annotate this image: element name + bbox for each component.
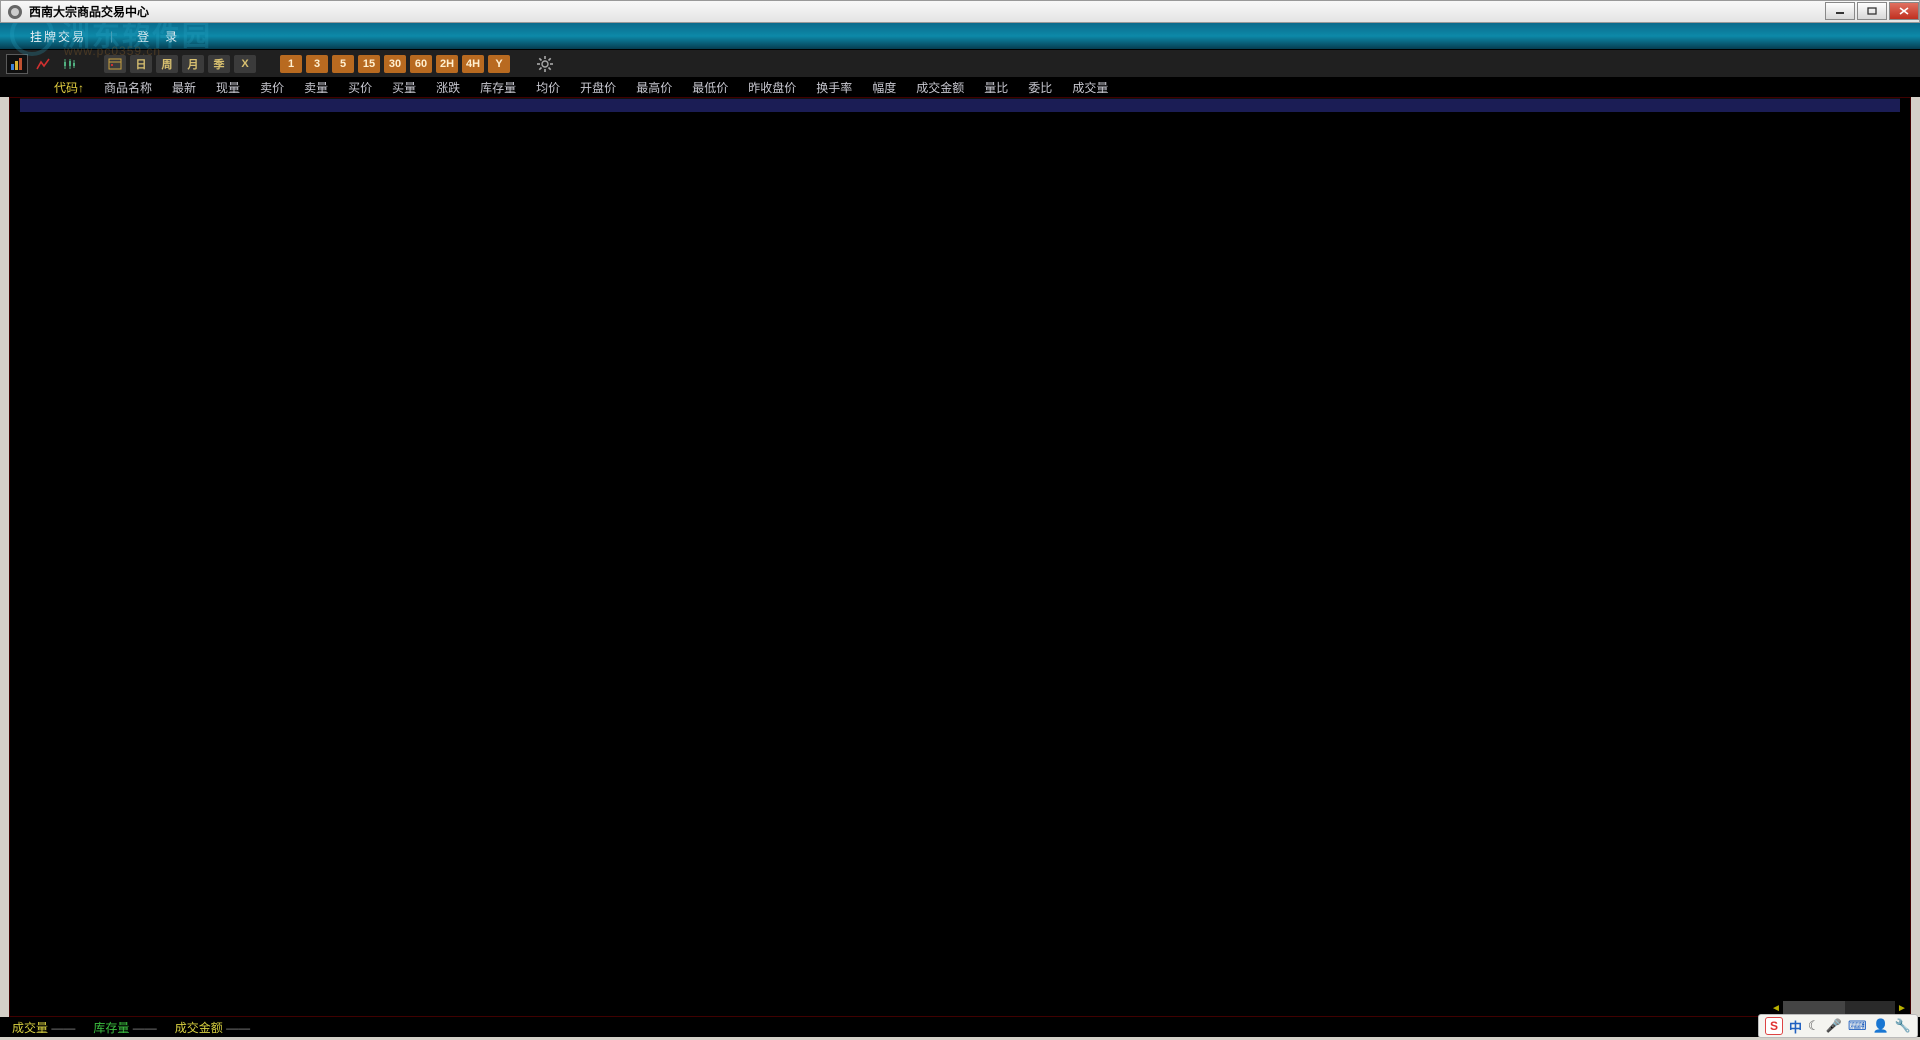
status-volume-label: 成交量 bbox=[12, 1021, 48, 1035]
ime-tool-icon[interactable]: 🔧 bbox=[1895, 1018, 1911, 1034]
col-name[interactable]: 商品名称 bbox=[94, 79, 162, 96]
ime-zhong[interactable]: 中 bbox=[1789, 1017, 1802, 1036]
scroll-right-icon[interactable]: ► bbox=[1895, 1001, 1909, 1015]
status-volume-value: —— bbox=[51, 1021, 75, 1035]
data-area: ◄ ► bbox=[9, 97, 1911, 1017]
period-15-button[interactable]: 15 bbox=[358, 55, 380, 73]
period-day-button[interactable]: 日 bbox=[130, 55, 152, 73]
col-turnover[interactable]: 成交金额 bbox=[906, 79, 974, 96]
col-low[interactable]: 最低价 bbox=[682, 79, 738, 96]
scroll-track[interactable] bbox=[1783, 1001, 1895, 1015]
ime-sogou-icon[interactable]: S bbox=[1765, 1017, 1783, 1035]
col-last[interactable]: 最新 bbox=[162, 79, 206, 96]
col-bid[interactable]: 买价 bbox=[338, 79, 382, 96]
period-1-button[interactable]: 1 bbox=[280, 55, 302, 73]
window-controls bbox=[1823, 1, 1919, 22]
col-change[interactable]: 涨跌 bbox=[426, 79, 470, 96]
table-body bbox=[10, 112, 1910, 1016]
ime-moon-icon[interactable]: ☾ bbox=[1808, 1018, 1820, 1034]
col-high[interactable]: 最高价 bbox=[626, 79, 682, 96]
titlebar: 西南大宗商品交易中心 bbox=[0, 0, 1920, 23]
period-2h-button[interactable]: 2H bbox=[436, 55, 458, 73]
horizontal-scrollbar[interactable]: ◄ ► bbox=[1769, 1001, 1909, 1015]
ime-tray: S 中 ☾ 🎤 ⌨ 👤 🔧 bbox=[1758, 1014, 1918, 1038]
period-4h-button[interactable]: 4H bbox=[462, 55, 484, 73]
status-inventory-value: —— bbox=[133, 1021, 157, 1035]
table-selected-row[interactable] bbox=[20, 98, 1900, 112]
col-orderratio[interactable]: 委比 bbox=[1018, 79, 1062, 96]
col-bidvol[interactable]: 买量 bbox=[382, 79, 426, 96]
col-avg[interactable]: 均价 bbox=[526, 79, 570, 96]
ime-mic-icon[interactable]: 🎤 bbox=[1826, 1018, 1842, 1034]
close-button[interactable] bbox=[1889, 2, 1919, 20]
col-amplitude[interactable]: 幅度 bbox=[862, 79, 906, 96]
minimize-button[interactable] bbox=[1825, 2, 1855, 20]
chart-candlestick-icon[interactable] bbox=[58, 54, 80, 74]
col-turnrate[interactable]: 换手率 bbox=[806, 79, 862, 96]
status-turnover-value: —— bbox=[226, 1021, 250, 1035]
menu-trade[interactable]: 挂牌交易 bbox=[30, 28, 86, 45]
col-prevclose[interactable]: 昨收盘价 bbox=[738, 79, 806, 96]
period-week-button[interactable]: 周 bbox=[156, 55, 178, 73]
col-askvol[interactable]: 卖量 bbox=[294, 79, 338, 96]
period-3-button[interactable]: 3 bbox=[306, 55, 328, 73]
maximize-button[interactable] bbox=[1857, 2, 1887, 20]
app-icon bbox=[7, 4, 23, 20]
col-volratio[interactable]: 量比 bbox=[974, 79, 1018, 96]
period-y-button[interactable]: Y bbox=[488, 55, 510, 73]
col-inventory[interactable]: 库存量 bbox=[470, 79, 526, 96]
col-open[interactable]: 开盘价 bbox=[570, 79, 626, 96]
col-code[interactable]: 代码↑ bbox=[44, 79, 94, 96]
menu-login[interactable]: 登 录 bbox=[137, 28, 179, 45]
scroll-thumb[interactable] bbox=[1783, 1001, 1845, 1015]
toolbar: 日 周 月 季 X 1 3 5 15 30 60 2H 4H Y bbox=[0, 49, 1920, 77]
menu-separator: | bbox=[110, 29, 113, 43]
status-inventory-label: 库存量 bbox=[93, 1021, 129, 1035]
scroll-left-icon[interactable]: ◄ bbox=[1769, 1001, 1783, 1015]
ime-keyboard-icon[interactable]: ⌨ bbox=[1848, 1018, 1867, 1034]
menubar: 挂牌交易 | 登 录 bbox=[0, 23, 1920, 49]
chart-bar-icon[interactable] bbox=[6, 54, 28, 74]
statusbar: 成交量 —— 库存量 —— 成交金额 —— bbox=[0, 1017, 1920, 1037]
table-column-header: 代码↑ 商品名称 最新 现量 卖价 卖量 买价 买量 涨跌 库存量 均价 开盘价… bbox=[0, 77, 1920, 97]
period-month-button[interactable]: 月 bbox=[182, 55, 204, 73]
period-30-button[interactable]: 30 bbox=[384, 55, 406, 73]
period-quarter-button[interactable]: 季 bbox=[208, 55, 230, 73]
col-ask[interactable]: 卖价 bbox=[250, 79, 294, 96]
calendar-icon[interactable] bbox=[104, 55, 126, 73]
ime-person-icon[interactable]: 👤 bbox=[1873, 1018, 1889, 1034]
status-turnover-label: 成交金额 bbox=[175, 1021, 223, 1035]
chart-line-icon[interactable] bbox=[32, 54, 54, 74]
col-volume[interactable]: 成交量 bbox=[1062, 79, 1118, 96]
settings-gear-icon[interactable] bbox=[534, 54, 556, 74]
period-x-button[interactable]: X bbox=[234, 55, 256, 73]
window-title: 西南大宗商品交易中心 bbox=[29, 3, 149, 20]
period-5-button[interactable]: 5 bbox=[332, 55, 354, 73]
col-curvol[interactable]: 现量 bbox=[206, 79, 250, 96]
period-60-button[interactable]: 60 bbox=[410, 55, 432, 73]
